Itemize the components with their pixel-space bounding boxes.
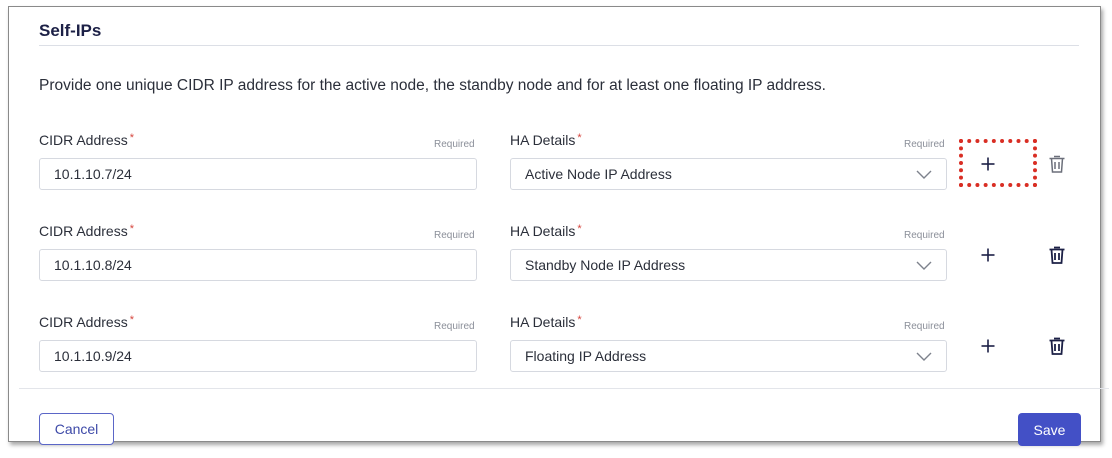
ha-details-select[interactable]: Floating IP Address [510, 340, 947, 372]
ha-details-select[interactable]: Active Node IP Address [510, 158, 947, 190]
ha-details-label: HA Details * [510, 314, 582, 330]
ha-details-value: Standby Node IP Address [525, 257, 686, 273]
delete-row-button[interactable] [1045, 243, 1069, 267]
cidr-label: CIDR Address * [39, 223, 134, 239]
add-button-highlight [959, 139, 1037, 187]
trash-icon [1049, 155, 1065, 173]
add-row-button[interactable] [976, 334, 1000, 358]
trash-icon [1049, 337, 1065, 355]
ha-required-hint: Required [904, 139, 945, 150]
self-ips-panel: Self-IPs Provide one unique CIDR IP addr… [8, 6, 1109, 446]
plus-icon [981, 248, 995, 262]
section-title: Self-IPs [39, 21, 102, 40]
plus-icon [981, 339, 995, 353]
ha-required-hint: Required [904, 321, 945, 332]
chevron-down-icon [916, 261, 932, 270]
ha-required-hint: Required [904, 230, 945, 241]
cidr-label: CIDR Address * [39, 132, 134, 148]
ha-details-select[interactable]: Standby Node IP Address [510, 249, 947, 281]
chevron-down-icon [916, 170, 932, 179]
cidr-address-input[interactable]: 10.1.10.9/24 [39, 340, 477, 372]
intro-text: Provide one unique CIDR IP address for t… [39, 77, 826, 94]
footer-divider [19, 388, 1109, 389]
title-divider [39, 45, 1079, 46]
cidr-address-input[interactable]: 10.1.10.8/24 [39, 249, 477, 281]
cidr-required-hint: Required [434, 230, 475, 241]
save-button[interactable]: Save [1018, 413, 1081, 446]
cidr-address-input[interactable]: 10.1.10.7/24 [39, 158, 477, 190]
chevron-down-icon [916, 352, 932, 361]
cidr-required-hint: Required [434, 321, 475, 332]
cidr-required-hint: Required [434, 139, 475, 150]
ha-details-label: HA Details * [510, 223, 582, 239]
trash-icon [1049, 246, 1065, 264]
self-ip-row: CIDR Address * Required 10.1.10.8/24 HA D… [9, 216, 1102, 296]
ha-details-value: Floating IP Address [525, 348, 647, 364]
self-ip-row: CIDR Address * Required 10.1.10.9/24 HA D… [9, 307, 1102, 387]
ha-details-value: Active Node IP Address [525, 166, 672, 182]
cidr-label: CIDR Address * [39, 314, 134, 330]
self-ip-row: CIDR Address * Required 10.1.10.7/24 HA D… [9, 125, 1102, 205]
delete-row-button[interactable] [1045, 334, 1069, 358]
ha-details-label: HA Details * [510, 132, 582, 148]
cancel-button[interactable]: Cancel [39, 413, 114, 445]
add-row-button[interactable] [976, 243, 1000, 267]
delete-row-button[interactable] [1045, 152, 1069, 176]
